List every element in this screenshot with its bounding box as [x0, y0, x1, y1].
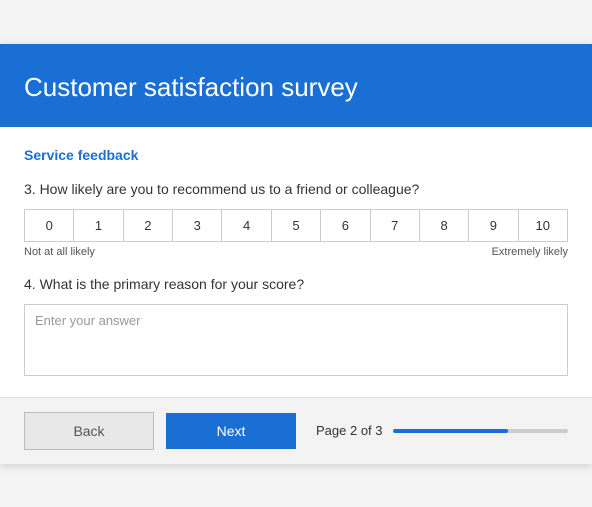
page-label: Page 2 of 3: [316, 423, 383, 438]
survey-body: Service feedback 3. How likely are you t…: [0, 127, 592, 397]
progress-bar-track: [393, 429, 569, 433]
question-3-label: 3. How likely are you to recommend us to…: [24, 181, 568, 197]
nps-cell-2[interactable]: 2: [124, 210, 173, 241]
answer-textarea[interactable]: [24, 304, 568, 376]
progress-bar-fill: [393, 429, 509, 433]
next-button[interactable]: Next: [166, 413, 296, 449]
section-title: Service feedback: [24, 147, 568, 163]
nps-label-low: Not at all likely: [24, 246, 95, 258]
back-button[interactable]: Back: [24, 412, 154, 450]
nps-cell-9[interactable]: 9: [469, 210, 518, 241]
nps-cell-4[interactable]: 4: [222, 210, 271, 241]
nps-scale: 012345678910: [24, 209, 568, 242]
survey-header: Customer satisfaction survey: [0, 44, 592, 127]
nps-cell-7[interactable]: 7: [371, 210, 420, 241]
nps-cell-8[interactable]: 8: [420, 210, 469, 241]
nps-cell-6[interactable]: 6: [321, 210, 370, 241]
nps-cell-3[interactable]: 3: [173, 210, 222, 241]
nps-cell-1[interactable]: 1: [74, 210, 123, 241]
nps-cell-0[interactable]: 0: [25, 210, 74, 241]
nps-labels: Not at all likely Extremely likely: [24, 246, 568, 258]
question-4-label: 4. What is the primary reason for your s…: [24, 276, 568, 292]
nps-cell-10[interactable]: 10: [519, 210, 567, 241]
page-indicator: Page 2 of 3: [316, 423, 568, 438]
survey-container: Customer satisfaction survey Service fee…: [0, 44, 592, 464]
nps-label-high: Extremely likely: [492, 246, 568, 258]
nps-cell-5[interactable]: 5: [272, 210, 321, 241]
survey-footer: Back Next Page 2 of 3: [0, 397, 592, 464]
survey-title: Customer satisfaction survey: [24, 72, 568, 103]
